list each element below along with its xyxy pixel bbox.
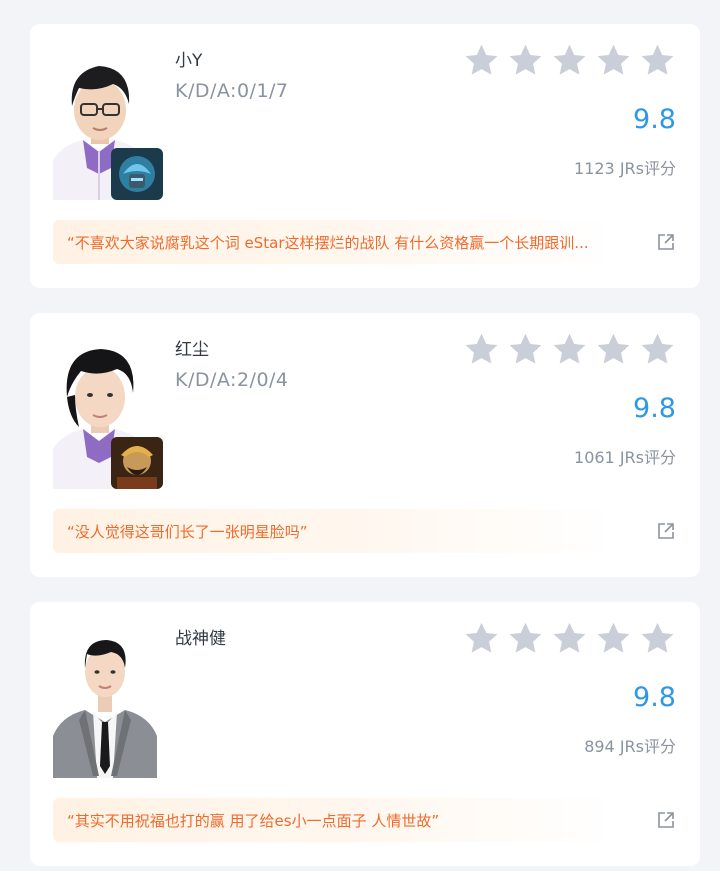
player-rating-list: 小Y K/D/A:0/1/7 9.8 1123 JRs评分 “不喜欢大家说腐乳这…	[0, 0, 720, 871]
star-icon[interactable]	[595, 42, 632, 79]
star-icon[interactable]	[639, 620, 676, 657]
share-icon[interactable]	[656, 232, 676, 252]
player-rating-card[interactable]: 小Y K/D/A:0/1/7 9.8 1123 JRs评分 “不喜欢大家说腐乳这…	[30, 24, 700, 288]
star-icon[interactable]	[551, 42, 588, 79]
star-icon[interactable]	[551, 620, 588, 657]
rating-stars[interactable]	[463, 42, 676, 79]
coach-avatar-icon	[53, 626, 163, 778]
star-icon[interactable]	[639, 42, 676, 79]
kda-stats: K/D/A:0/1/7	[175, 80, 289, 102]
player-avatar-icon	[53, 337, 163, 489]
rating-count: 1123 JRs评分	[574, 159, 676, 178]
average-score: 9.8	[633, 393, 676, 424]
player-name: 红尘	[175, 340, 209, 360]
top-comment[interactable]: “没人觉得这哥们长了一张明星脸吗”	[53, 509, 613, 553]
comment-text: “其实不用祝福也打的赢 用了给es小一点面子 人情世故”	[67, 811, 440, 830]
star-icon[interactable]	[507, 42, 544, 79]
share-icon[interactable]	[656, 810, 676, 830]
player-name: 小Y	[175, 51, 203, 71]
star-icon[interactable]	[595, 331, 632, 368]
rating-stars[interactable]	[463, 620, 676, 657]
share-icon[interactable]	[656, 521, 676, 541]
top-comment[interactable]: “不喜欢大家说腐乳这个词 eStar这样摆烂的战队 有什么资格赢一个长期跟训..…	[53, 220, 613, 264]
rating-count: 894 JRs评分	[584, 737, 676, 756]
star-icon[interactable]	[507, 331, 544, 368]
star-icon[interactable]	[639, 331, 676, 368]
player-name: 战神健	[175, 629, 226, 649]
star-icon[interactable]	[551, 331, 588, 368]
rating-count: 1061 JRs评分	[574, 448, 676, 467]
hero-badge-icon	[111, 437, 163, 489]
comment-text: “不喜欢大家说腐乳这个词 eStar这样摆烂的战队 有什么资格赢一个长期跟训..…	[67, 233, 589, 252]
comment-text: “没人觉得这哥们长了一张明星脸吗”	[67, 522, 308, 541]
star-icon[interactable]	[595, 620, 632, 657]
average-score: 9.8	[633, 682, 676, 713]
player-rating-card[interactable]: 红尘 K/D/A:2/0/4 9.8 1061 JRs评分 “没人觉得这哥们长了…	[30, 313, 700, 577]
player-rating-card[interactable]: 战神健 9.8 894 JRs评分 “其实不用祝福也打的赢 用了给es小一点面子…	[30, 602, 700, 866]
star-icon[interactable]	[463, 620, 500, 657]
average-score: 9.8	[633, 104, 676, 135]
top-comment[interactable]: “其实不用祝福也打的赢 用了给es小一点面子 人情世故”	[53, 798, 613, 842]
hero-badge-icon	[111, 148, 163, 200]
star-icon[interactable]	[507, 620, 544, 657]
player-avatar-icon	[53, 48, 163, 200]
star-icon[interactable]	[463, 331, 500, 368]
kda-stats: K/D/A:2/0/4	[175, 369, 289, 391]
rating-stars[interactable]	[463, 331, 676, 368]
star-icon[interactable]	[463, 42, 500, 79]
